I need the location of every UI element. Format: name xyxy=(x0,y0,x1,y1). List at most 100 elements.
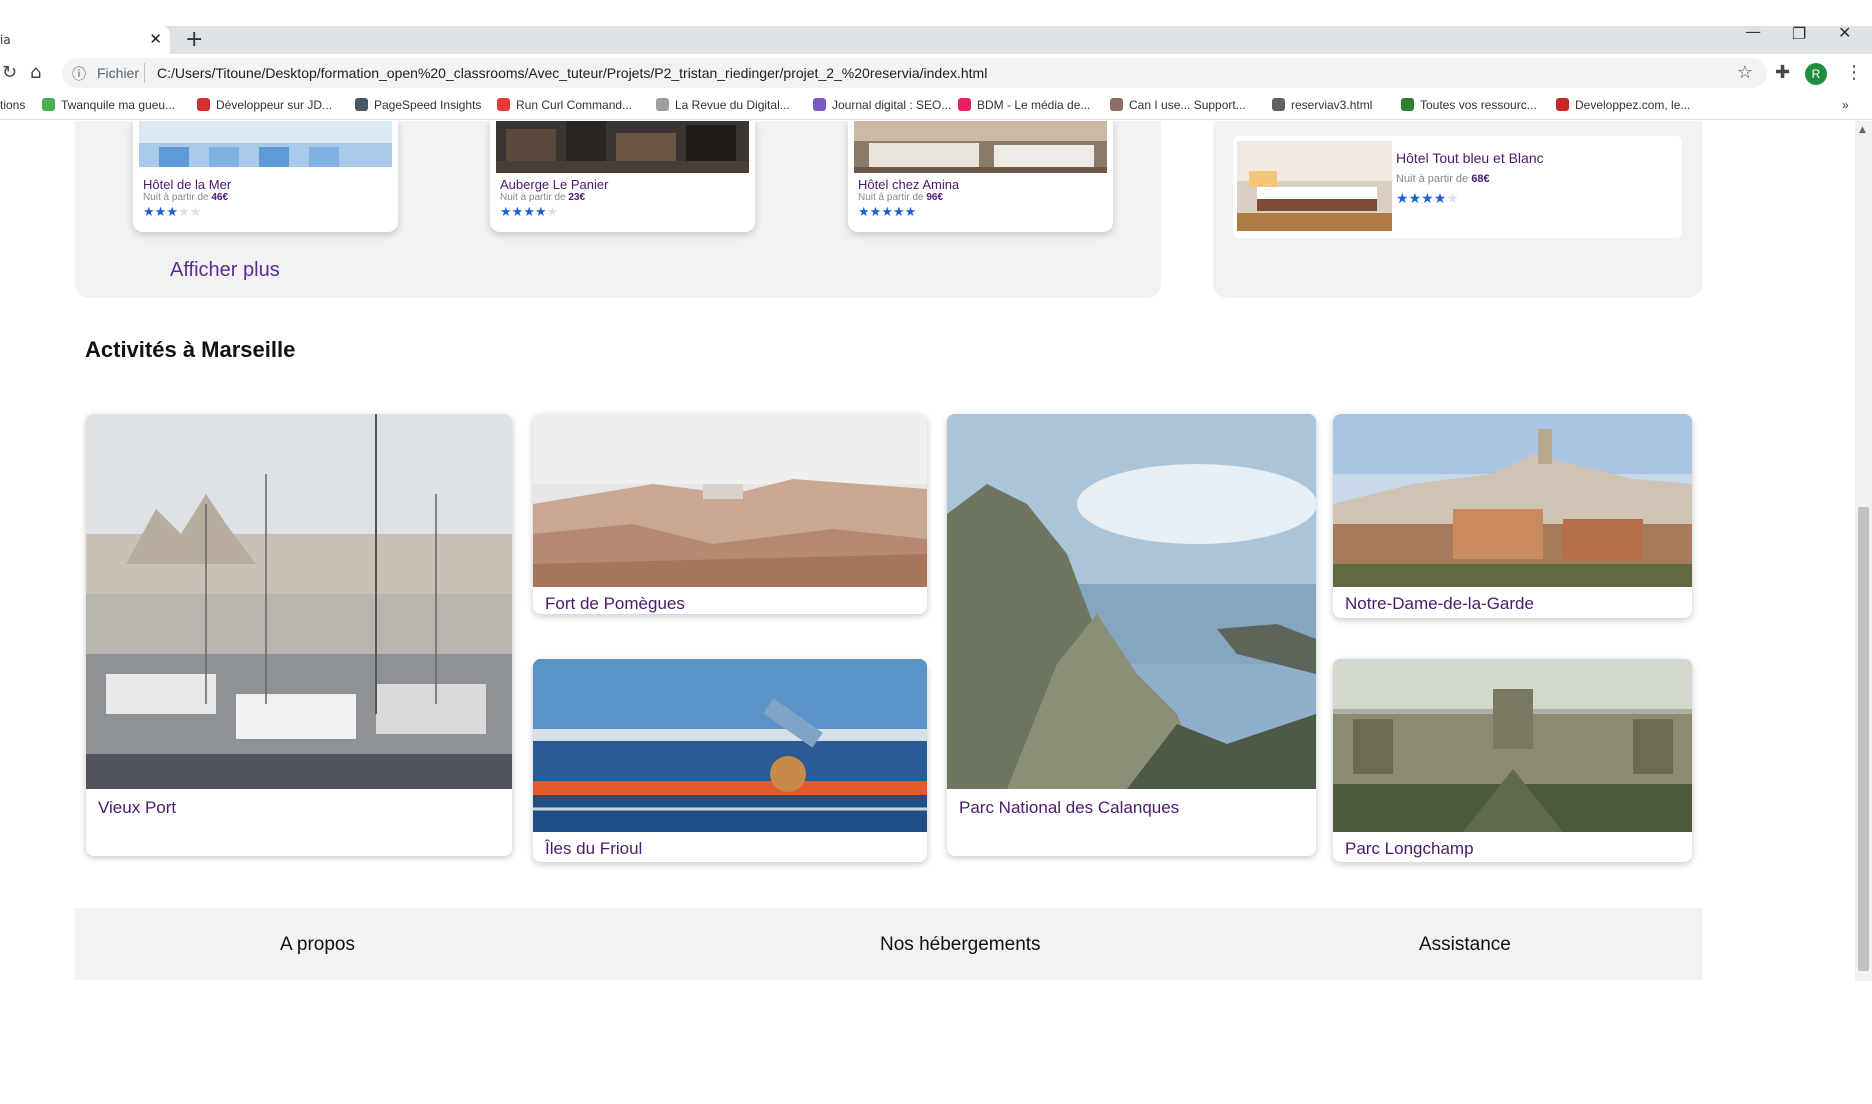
activity-card[interactable]: Îles du Frioul xyxy=(533,659,927,862)
active-tab[interactable]: ia ✕ xyxy=(0,26,170,54)
hotel-name: Auberge Le Panier xyxy=(500,177,609,192)
bookmark-item[interactable]: BDM - Le média de... xyxy=(958,98,1090,112)
activity-image xyxy=(1333,414,1692,587)
close-tab-icon[interactable]: ✕ xyxy=(149,30,162,48)
bookmark-item[interactable]: Run Curl Command... xyxy=(497,98,632,112)
star-filled-icon: ★ xyxy=(154,205,167,220)
bookmark-item[interactable]: Journal digital : SEO... xyxy=(813,98,951,112)
star-filled-icon: ★ xyxy=(858,205,870,220)
bookmark-label: reserviav3.html xyxy=(1291,98,1373,112)
show-more-link[interactable]: Afficher plus xyxy=(170,259,280,282)
hotel-card[interactable]: Hôtel chez Amina Nuit à partir de 96€ ★★… xyxy=(848,121,1113,232)
bookmark-item[interactable]: PageSpeed Insights xyxy=(355,98,481,112)
extensions-icon[interactable]: ✚ xyxy=(1775,62,1790,83)
hotel-price: Nuit à partir de 68€ xyxy=(1396,173,1490,185)
star-filled-icon: ★ xyxy=(511,205,524,220)
bookmark-label: Developpez.com, le... xyxy=(1575,98,1691,112)
rating-stars: ★★★★★ xyxy=(500,205,558,220)
star-filled-icon: ★ xyxy=(904,205,917,220)
popular-panel: Hôtel Tout bleu et Blanc Nuit à partir d… xyxy=(1213,121,1702,298)
activity-card[interactable]: Parc National des Calanques xyxy=(947,414,1316,856)
bookmark-favicon-icon xyxy=(1556,98,1569,111)
star-filled-icon: ★ xyxy=(166,205,178,220)
address-bar[interactable]: ⓘ Fichier C:/Users/Titoune/Desktop/forma… xyxy=(62,58,1767,88)
footer: A propos Nos hébergements Assistance xyxy=(75,908,1702,980)
tab-title: ia xyxy=(0,33,11,47)
hotel-card[interactable]: Hôtel de la Mer Nuit à partir de 46€ ★★★… xyxy=(133,121,398,232)
star-filled-icon: ★ xyxy=(523,205,535,220)
bookmark-item[interactable]: La Revue du Digital... xyxy=(656,98,790,112)
activity-image xyxy=(1333,659,1692,832)
star-filled-icon: ★ xyxy=(1408,191,1422,207)
hotel-image xyxy=(139,121,392,173)
bookmark-item[interactable]: reserviav3.html xyxy=(1272,98,1372,112)
activity-label: Fort de Pomègues xyxy=(545,594,685,613)
hotel-card[interactable]: Auberge Le Panier Nuit à partir de 23€ ★… xyxy=(490,121,755,232)
star-empty-icon: ★ xyxy=(189,205,202,220)
hotel-image xyxy=(1237,141,1392,231)
bookmark-item[interactable]: Twanquile ma gueu... xyxy=(42,98,175,112)
minimize-icon[interactable]: — xyxy=(1745,22,1761,41)
bookmark-label: Twanquile ma gueu... xyxy=(61,98,176,112)
hotel-name: Hôtel Tout bleu et Blanc xyxy=(1396,150,1544,166)
rating-stars: ★★★★★ xyxy=(143,205,201,220)
restore-icon[interactable]: ❐ xyxy=(1792,24,1806,43)
bookmark-item[interactable]: tions xyxy=(0,98,25,112)
footer-link-about[interactable]: A propos xyxy=(280,934,355,956)
more-bookmarks-icon[interactable]: » xyxy=(1842,98,1849,112)
bookmark-favicon-icon xyxy=(813,98,826,111)
hotel-price: Nuit à partir de 46€ xyxy=(143,192,229,203)
info-icon[interactable]: ⓘ xyxy=(72,64,86,84)
activity-image xyxy=(947,414,1316,789)
star-filled-icon: ★ xyxy=(892,205,905,220)
activities-title: Activités à Marseille xyxy=(85,337,296,362)
close-window-icon[interactable]: ✕ xyxy=(1838,23,1851,42)
bookmark-label: Toutes vos ressourc... xyxy=(1420,98,1537,112)
star-filled-icon: ★ xyxy=(1421,191,1434,207)
vertical-scrollbar[interactable]: ▲ xyxy=(1855,121,1872,981)
activity-card[interactable]: Vieux Port xyxy=(86,414,512,856)
url-text[interactable]: C:/Users/Titoune/Desktop/formation_open%… xyxy=(157,65,987,81)
new-tab-icon[interactable]: + xyxy=(185,27,203,52)
menu-icon[interactable]: ⋮ xyxy=(1845,62,1863,83)
activity-label: Vieux Port xyxy=(98,798,177,817)
activity-label: Notre-Dame-de-la-Garde xyxy=(1345,594,1534,613)
activity-image xyxy=(86,414,512,789)
scheme-label: Fichier xyxy=(97,65,140,81)
reload-icon[interactable]: ↻ xyxy=(2,62,17,83)
profile-avatar[interactable]: R xyxy=(1805,63,1827,85)
star-filled-icon: ★ xyxy=(1433,191,1447,207)
bookmark-item[interactable]: Développeur sur JD... xyxy=(197,98,332,112)
footer-link-assistance[interactable]: Assistance xyxy=(1419,934,1511,956)
hotel-name: Hôtel de la Mer xyxy=(143,177,232,192)
bookmark-favicon-icon xyxy=(656,98,669,111)
bookmark-favicon-icon xyxy=(197,98,210,111)
scroll-up-icon[interactable]: ▲ xyxy=(1859,125,1866,135)
hotel-image xyxy=(854,121,1107,173)
bookmarks-bar: tions Twanquile ma gueu... Développeur sur… xyxy=(0,92,1872,120)
scrollbar-thumb[interactable] xyxy=(1858,507,1869,971)
bookmark-label: PageSpeed Insights xyxy=(374,98,482,112)
activity-card[interactable]: Parc Longchamp xyxy=(1333,659,1692,862)
bookmark-label: Développeur sur JD... xyxy=(216,98,333,112)
bookmark-favicon-icon xyxy=(958,98,971,111)
activity-image xyxy=(533,659,927,832)
hotel-price: Nuit à partir de 96€ xyxy=(858,192,944,203)
popular-hotel-card[interactable]: Hôtel Tout bleu et Blanc Nuit à partir d… xyxy=(1233,136,1682,238)
star-filled-icon: ★ xyxy=(881,205,893,220)
bookmark-label: Run Curl Command... xyxy=(516,98,633,112)
bookmark-label: La Revue du Digital... xyxy=(675,98,790,112)
bookmark-favicon-icon xyxy=(355,98,368,111)
rating-stars: ★★★★★ xyxy=(1396,191,1459,207)
hotel-image xyxy=(496,121,749,173)
activity-card[interactable]: Notre-Dame-de-la-Garde xyxy=(1333,414,1692,618)
hotel-price: Nuit à partir de 23€ xyxy=(500,192,586,203)
home-icon[interactable]: ⌂ xyxy=(30,62,41,83)
footer-link-accommodations[interactable]: Nos hébergements xyxy=(880,934,1041,956)
bookmark-item[interactable]: Developpez.com, le... xyxy=(1556,98,1690,112)
bookmark-item[interactable]: Toutes vos ressourc... xyxy=(1401,98,1537,112)
activity-card[interactable]: Fort de Pomègues xyxy=(533,414,927,614)
bookmark-item[interactable]: Can I use... Support... xyxy=(1110,98,1246,112)
bookmark-star-icon[interactable]: ☆ xyxy=(1737,62,1753,83)
star-filled-icon: ★ xyxy=(534,205,547,220)
